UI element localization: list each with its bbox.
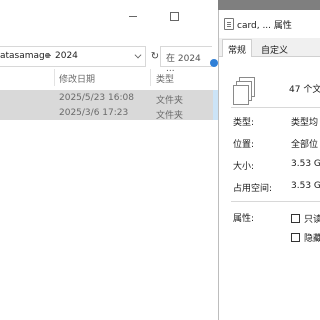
location-label: 位置:	[233, 140, 255, 150]
column-divider[interactable]	[54, 69, 55, 86]
table-row[interactable]: 2025/3/6 17:23 文件夹	[0, 105, 218, 121]
notification-dot-icon	[210, 59, 218, 67]
divider	[231, 107, 320, 108]
hidden-checkbox[interactable]	[291, 233, 300, 242]
properties-dialog: card, ... 属性 常规 自定义 47 个文 类型: 类型均 位置: 全部…	[218, 10, 320, 320]
chevron-right-icon[interactable]: >	[45, 51, 52, 60]
maximize-button[interactable]	[166, 8, 182, 24]
address-bar[interactable]: atasamage > 2024	[0, 46, 146, 67]
readonly-checkbox-label[interactable]: 只读	[304, 212, 320, 225]
cell-date-modified: 2025/3/6 17:23	[59, 108, 129, 118]
divider	[231, 201, 320, 202]
cell-date-modified: 2025/5/23 16:08	[59, 93, 134, 103]
search-input[interactable]: 在 2024 ...	[160, 46, 212, 74]
tab-bar: 常规 自定义	[219, 38, 320, 58]
tab-general[interactable]: 常规	[222, 39, 253, 58]
dialog-title: card, ... 属性	[237, 21, 292, 31]
explorer-window: atasamage > 2024 ↻ 在 2024 ... 修改日期 类型 20…	[0, 0, 218, 320]
breadcrumb-segment-current[interactable]: 2024	[55, 51, 78, 61]
hidden-checkbox-label[interactable]: 隐藏	[304, 231, 320, 244]
search-placeholder: 在 2024 ...	[166, 54, 201, 74]
minimize-button[interactable]	[125, 8, 141, 24]
breadcrumb-segment[interactable]: atasamage	[0, 51, 50, 61]
attributes-label: 属性:	[233, 214, 255, 224]
size-label: 大小:	[233, 162, 255, 172]
dialog-titlebar[interactable]: card, ... 属性	[219, 10, 320, 38]
column-header-date-modified[interactable]: 修改日期	[59, 72, 95, 85]
general-panel: 47 个文 类型: 类型均 位置: 全部位 大小: 3.53 GE 占用空间: …	[219, 57, 320, 320]
tab-custom[interactable]: 自定义	[256, 41, 293, 57]
readonly-checkbox[interactable]	[291, 214, 300, 223]
cell-type: 文件夹	[156, 111, 184, 121]
size-on-disk-label: 占用空间:	[233, 184, 273, 194]
column-divider[interactable]	[150, 69, 151, 86]
size-value: 3.53 GE	[291, 159, 320, 169]
multiple-files-icon	[233, 77, 255, 105]
item-count: 47 个文	[289, 85, 320, 95]
explorer-titlebar	[0, 0, 218, 36]
size-on-disk-value: 3.53 GE	[291, 181, 320, 191]
type-label: 类型:	[233, 118, 255, 128]
table-row[interactable]: 2025/5/23 16:08 文件夹	[0, 90, 218, 106]
type-value: 类型均	[291, 118, 319, 128]
column-header-type[interactable]: 类型	[156, 72, 174, 85]
chevron-down-icon[interactable]	[134, 51, 142, 59]
location-value: 全部位	[291, 140, 319, 150]
document-icon	[224, 18, 234, 30]
